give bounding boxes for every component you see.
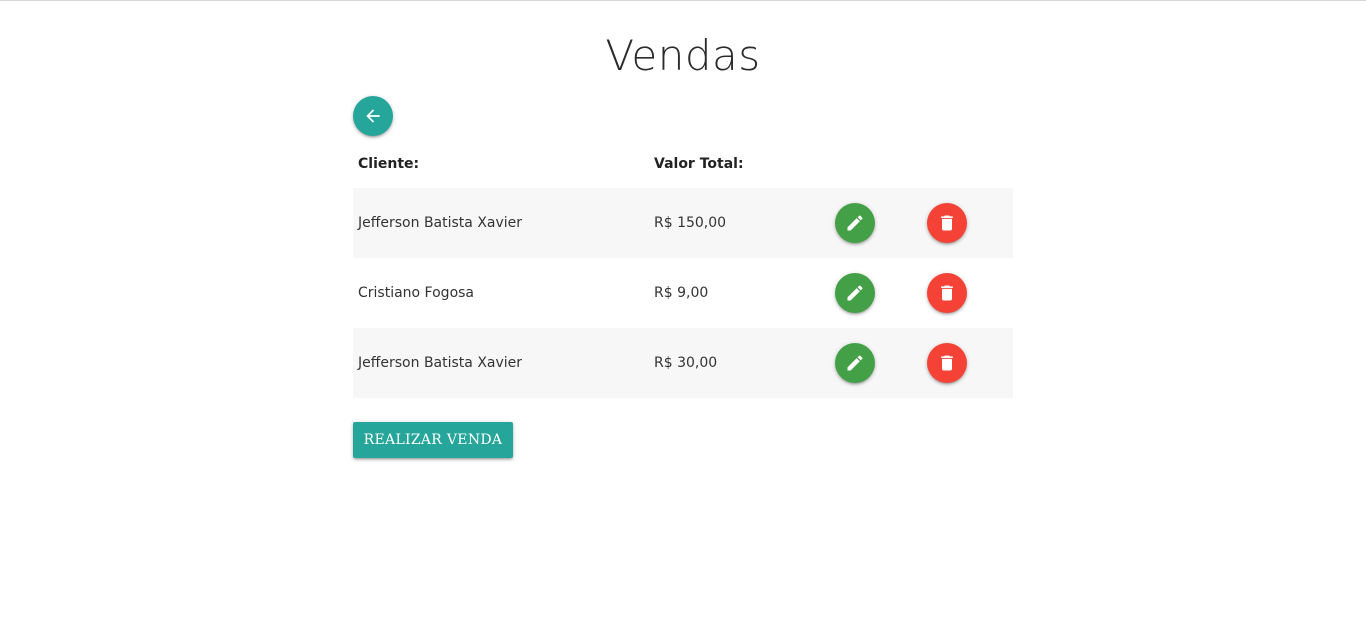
table-row: Jefferson Batista Xavier R$ 150,00 <box>353 188 1013 258</box>
top-border <box>0 0 1366 1</box>
back-button[interactable] <box>353 96 393 136</box>
edit-button[interactable] <box>835 343 875 383</box>
trash-icon <box>941 285 953 301</box>
table-header: Cliente: Valor Total: <box>353 140 1013 188</box>
cell-valor-total: R$ 9,00 <box>654 285 709 301</box>
vendas-table: Cliente: Valor Total: Jefferson Batista … <box>353 140 1013 398</box>
header-valor-total: Valor Total: <box>654 156 744 172</box>
cell-valor-total: R$ 30,00 <box>654 355 718 371</box>
delete-button[interactable] <box>927 343 967 383</box>
realizar-venda-button[interactable]: REALIZAR VENDA <box>353 422 513 458</box>
trash-icon <box>941 355 953 371</box>
trash-icon <box>941 215 953 231</box>
edit-button[interactable] <box>835 203 875 243</box>
header-cliente: Cliente: <box>358 156 420 172</box>
cell-cliente: Jefferson Batista Xavier <box>358 355 523 371</box>
delete-button[interactable] <box>927 273 967 313</box>
delete-button[interactable] <box>927 203 967 243</box>
cell-cliente: Jefferson Batista Xavier <box>358 215 523 231</box>
pencil-icon <box>847 355 863 371</box>
table-row: Jefferson Batista Xavier R$ 30,00 <box>353 328 1013 398</box>
cell-cliente: Cristiano Fogosa <box>358 285 475 301</box>
pencil-icon <box>847 215 863 231</box>
table-row: Cristiano Fogosa R$ 9,00 <box>353 258 1013 328</box>
page-title: Vendas <box>605 31 761 80</box>
pencil-icon <box>847 285 863 301</box>
arrow-left-icon <box>366 109 380 123</box>
edit-button[interactable] <box>835 273 875 313</box>
cell-valor-total: R$ 150,00 <box>654 215 727 231</box>
